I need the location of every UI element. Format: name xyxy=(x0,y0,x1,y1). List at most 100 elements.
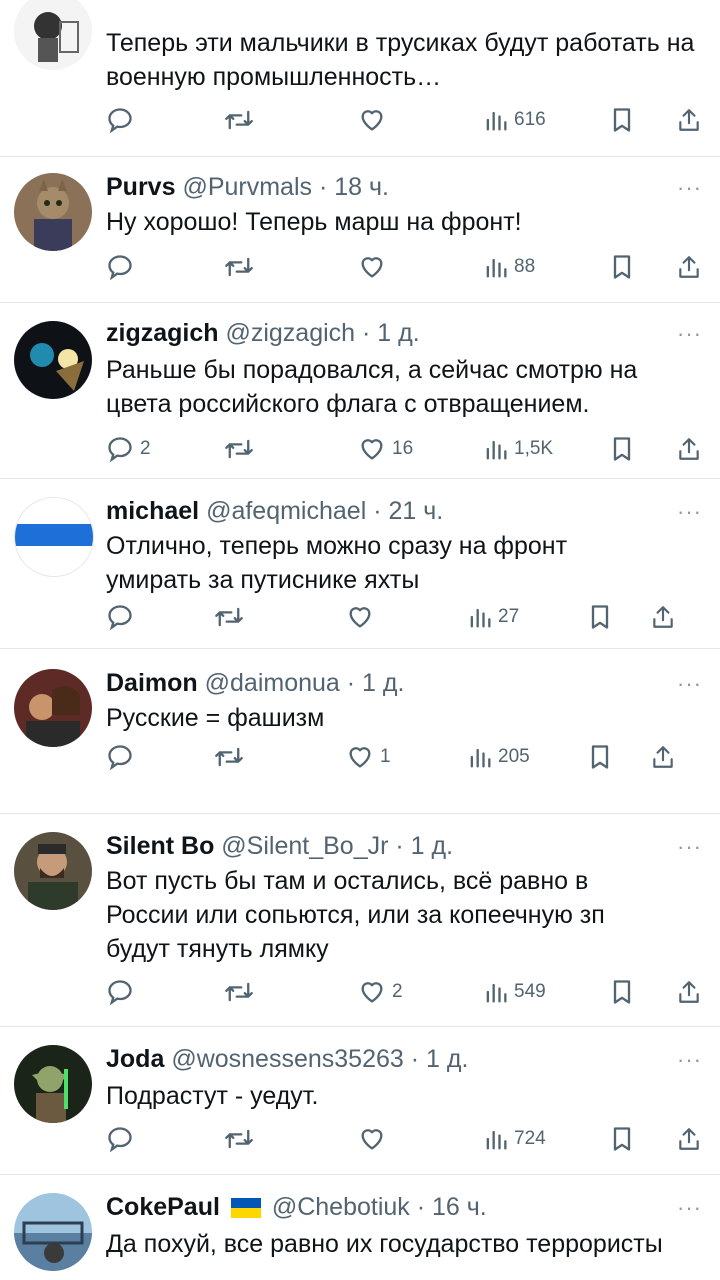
share-button[interactable] xyxy=(676,249,702,285)
share-button[interactable] xyxy=(676,102,702,138)
avatar[interactable] xyxy=(14,832,92,910)
bookmark-button[interactable] xyxy=(610,431,634,467)
author-handle[interactable]: @wosnessens35263 xyxy=(171,1045,403,1073)
bookmark-icon xyxy=(613,1127,631,1151)
like-button[interactable] xyxy=(358,102,392,138)
tweet[interactable]: CokePaul @Chebotiuk · 16 ч. ··· Да похуй… xyxy=(0,1175,720,1280)
like-icon xyxy=(361,110,383,131)
avatar[interactable] xyxy=(14,1045,92,1123)
like-button[interactable] xyxy=(358,249,392,285)
bookmark-button[interactable] xyxy=(610,1121,634,1157)
tweet-header: Daimon @daimonua · 1 д. xyxy=(106,669,404,698)
tweet[interactable]: zigzagich @zigzagich · 1 д. ··· Раньше б… xyxy=(0,303,720,478)
avatar[interactable] xyxy=(14,321,92,399)
tweet-time[interactable]: · 1 д. xyxy=(411,1045,469,1073)
tweet[interactable]: michael @afeqmichael · 21 ч. ··· Отлично… xyxy=(0,479,720,648)
reply-button[interactable]: 2 xyxy=(106,431,151,467)
more-options-button[interactable]: ··· xyxy=(677,175,702,201)
tweet-time[interactable]: · 21 ч. xyxy=(373,497,443,525)
like-button[interactable] xyxy=(346,599,380,635)
views-button[interactable]: 1,5K xyxy=(484,431,553,467)
retweet-button[interactable] xyxy=(224,249,254,285)
author-name[interactable]: Purvs xyxy=(106,173,175,201)
retweet-button[interactable] xyxy=(224,102,254,138)
like-icon xyxy=(361,982,383,1003)
tweet-time[interactable]: · 18 ч. xyxy=(319,173,389,201)
reply-button[interactable] xyxy=(106,249,140,285)
author-handle[interactable]: @Silent_Bo_Jr xyxy=(221,832,388,860)
author-name[interactable]: CokePaul xyxy=(106,1193,220,1221)
bookmark-button[interactable] xyxy=(610,102,634,138)
more-options-button[interactable]: ··· xyxy=(677,1195,702,1221)
author-handle[interactable]: @afeqmichael xyxy=(206,497,366,525)
reply-button[interactable] xyxy=(106,974,140,1010)
share-button[interactable] xyxy=(676,431,702,467)
share-icon xyxy=(679,438,699,460)
bookmark-button[interactable] xyxy=(610,974,634,1010)
reply-button[interactable] xyxy=(106,102,140,138)
tweet-header: michael @afeqmichael · 21 ч. xyxy=(106,497,443,526)
retweet-button[interactable] xyxy=(214,599,244,635)
like-button[interactable]: 16 xyxy=(358,431,413,467)
more-options-button[interactable]: ··· xyxy=(677,671,702,697)
more-options-button[interactable]: ··· xyxy=(677,321,702,347)
like-icon xyxy=(361,257,383,278)
retweet-button[interactable] xyxy=(224,1121,254,1157)
retweet-button[interactable] xyxy=(224,431,254,467)
avatar[interactable] xyxy=(14,1193,92,1271)
author-name[interactable]: michael xyxy=(106,497,199,525)
reply-icon xyxy=(108,605,132,631)
tweet[interactable]: Joda @wosnessens35263 · 1 д. ··· Подраст… xyxy=(0,1027,720,1174)
author-name[interactable]: Joda xyxy=(106,1045,164,1073)
retweet-button[interactable] xyxy=(214,739,244,775)
bookmark-button[interactable] xyxy=(588,739,612,775)
share-button[interactable] xyxy=(676,1121,702,1157)
reply-button[interactable] xyxy=(106,599,140,635)
bookmark-icon xyxy=(613,437,631,461)
avatar[interactable] xyxy=(14,497,94,577)
more-options-button[interactable]: ··· xyxy=(677,499,702,525)
views-button[interactable]: 205 xyxy=(468,739,530,775)
share-button[interactable] xyxy=(676,974,702,1010)
reply-icon xyxy=(108,980,132,1006)
reply-button[interactable] xyxy=(106,739,140,775)
share-button[interactable] xyxy=(650,599,676,635)
retweet-button[interactable] xyxy=(224,974,254,1010)
avatar[interactable] xyxy=(14,0,92,70)
views-button[interactable]: 88 xyxy=(484,249,535,285)
tweet-time[interactable]: · 16 ч. xyxy=(417,1193,487,1221)
author-handle[interactable]: @Purvmals xyxy=(182,173,312,201)
like-button[interactable]: 1 xyxy=(346,739,391,775)
tweet[interactable]: Purvs @Purvmals · 18 ч. ··· Ну хорошо! Т… xyxy=(0,157,720,302)
tweet-text: Да похуй, все равно их государство терро… xyxy=(106,1230,663,1258)
author-name[interactable]: Silent Bo xyxy=(106,832,214,860)
bookmark-button[interactable] xyxy=(588,599,612,635)
tweet-time[interactable]: · 1 д. xyxy=(347,669,405,697)
views-button[interactable]: 724 xyxy=(484,1121,546,1157)
views-button[interactable]: 549 xyxy=(484,974,546,1010)
tweet[interactable]: Daimon @daimonua · 1 д. ··· Русские = фа… xyxy=(0,649,720,813)
like-icon xyxy=(361,1129,383,1150)
author-handle[interactable]: @Chebotiuk xyxy=(272,1193,410,1221)
author-handle[interactable]: @zigzagich xyxy=(225,319,355,347)
share-button[interactable] xyxy=(650,739,676,775)
reply-button[interactable] xyxy=(106,1121,140,1157)
tweet-time[interactable]: · 1 д. xyxy=(395,832,453,860)
more-options-button[interactable]: ··· xyxy=(677,1047,702,1073)
tweet[interactable]: Silent Bo @Silent_Bo_Jr · 1 д. ··· Вот п… xyxy=(0,814,720,1026)
avatar[interactable] xyxy=(14,669,92,747)
avatar[interactable] xyxy=(14,173,92,251)
tweet-text: Подрастут - уедут. xyxy=(106,1082,319,1110)
views-button[interactable]: 616 xyxy=(484,102,546,138)
tweet-time[interactable]: · 1 д. xyxy=(362,319,420,347)
bookmark-button[interactable] xyxy=(610,249,634,285)
author-name[interactable]: zigzagich xyxy=(106,319,219,347)
views-button[interactable]: 27 xyxy=(468,599,519,635)
author-handle[interactable]: @daimonua xyxy=(205,669,340,697)
reply-icon xyxy=(108,108,132,134)
like-button[interactable] xyxy=(358,1121,392,1157)
author-name[interactable]: Daimon xyxy=(106,669,198,697)
tweet[interactable]: Теперь эти мальчики в трусиках будут раб… xyxy=(0,0,720,156)
like-button[interactable]: 2 xyxy=(358,974,403,1010)
more-options-button[interactable]: ··· xyxy=(677,834,702,860)
